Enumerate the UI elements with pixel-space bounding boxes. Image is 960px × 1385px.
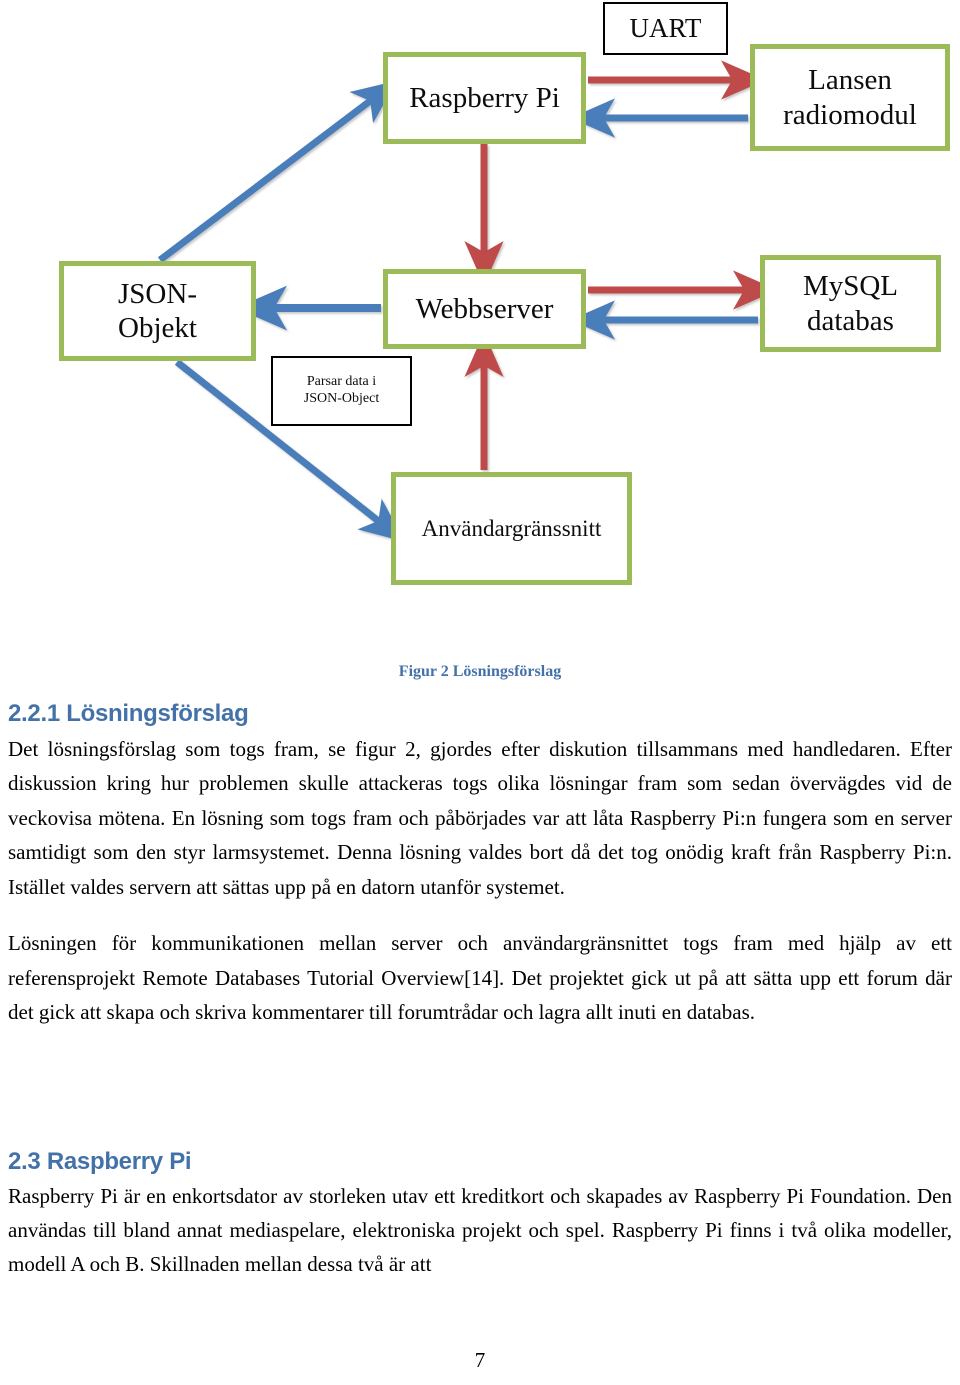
diagram-node-anvandargranssnitt-label: Användargränssnitt bbox=[421, 515, 602, 541]
diagram-node-mysql-databas-label: MySQL databas bbox=[803, 269, 898, 337]
diagram-node-anvandargranssnitt: Användargränssnitt bbox=[391, 472, 632, 585]
lansen-line-1: Lansen bbox=[808, 64, 892, 97]
diagram-note-uart-label: UART bbox=[629, 13, 702, 44]
heading-2-2-1-losningsforslag: 2.2.1 Lösningsförslag bbox=[8, 700, 249, 727]
page-number: 7 bbox=[474, 1348, 486, 1372]
diagram-node-json-objekt-label: JSON- Objekt bbox=[118, 277, 197, 345]
solution-architecture-diagram: Raspberry Pi Lansen radiomodul JSON- Obj… bbox=[0, 0, 960, 640]
json-line-2: Objekt bbox=[118, 312, 197, 344]
diagram-node-json-objekt: JSON- Objekt bbox=[59, 261, 256, 361]
figure-caption: Figur 2 Lösningsförslag bbox=[398, 663, 562, 680]
section-losningsforslag: 2.2.1 Lösningsförslag Det lösningsförsla… bbox=[8, 700, 952, 1030]
arrow-json-to-rpi bbox=[157, 80, 397, 263]
paragraph-losningsforslag-1: Det lösningsförslag som togs fram, se fi… bbox=[8, 737, 952, 899]
document-body: 2.2.1 Lösningsförslag Det lösningsförsla… bbox=[8, 700, 952, 1282]
diagram-note-uart: UART bbox=[603, 2, 728, 55]
paragraph-losningsforslag-2: Lösningen för kommunikationen mellan ser… bbox=[8, 931, 952, 1025]
mysql-line-2: databas bbox=[807, 304, 894, 337]
paragraph-raspberry-pi-1: Raspberry Pi är en enkortsdator av storl… bbox=[8, 1183, 952, 1277]
diagram-node-mysql-databas: MySQL databas bbox=[760, 255, 941, 352]
diagram-note-parsar-data-label: Parsar data i JSON-Object bbox=[304, 374, 379, 408]
heading-2-3-raspberry-pi: 2.3 Raspberry Pi bbox=[8, 1147, 192, 1175]
diagram-node-raspberry-pi: Raspberry Pi bbox=[383, 52, 586, 144]
json-line-1: JSON- bbox=[118, 277, 197, 310]
diagram-node-raspberry-pi-label: Raspberry Pi bbox=[409, 81, 560, 114]
diagram-node-lansen-radiomodul: Lansen radiomodul bbox=[750, 44, 950, 151]
lansen-line-2: radiomodul bbox=[783, 98, 917, 131]
parsar-line-1: Parsar data i bbox=[306, 374, 377, 390]
parsar-line-2: JSON-Object bbox=[303, 391, 380, 406]
diagram-note-parsar-data: Parsar data i JSON-Object bbox=[271, 356, 412, 426]
mysql-line-1: MySQL bbox=[802, 270, 899, 303]
section-raspberry-pi: 2.3 Raspberry Pi Raspberry Pi är en enko… bbox=[8, 1148, 952, 1282]
diagram-node-webbserver-label: Webbserver bbox=[415, 292, 554, 325]
diagram-node-webbserver: Webbserver bbox=[383, 269, 586, 349]
diagram-node-lansen-radiomodul-label: Lansen radiomodul bbox=[783, 63, 917, 131]
